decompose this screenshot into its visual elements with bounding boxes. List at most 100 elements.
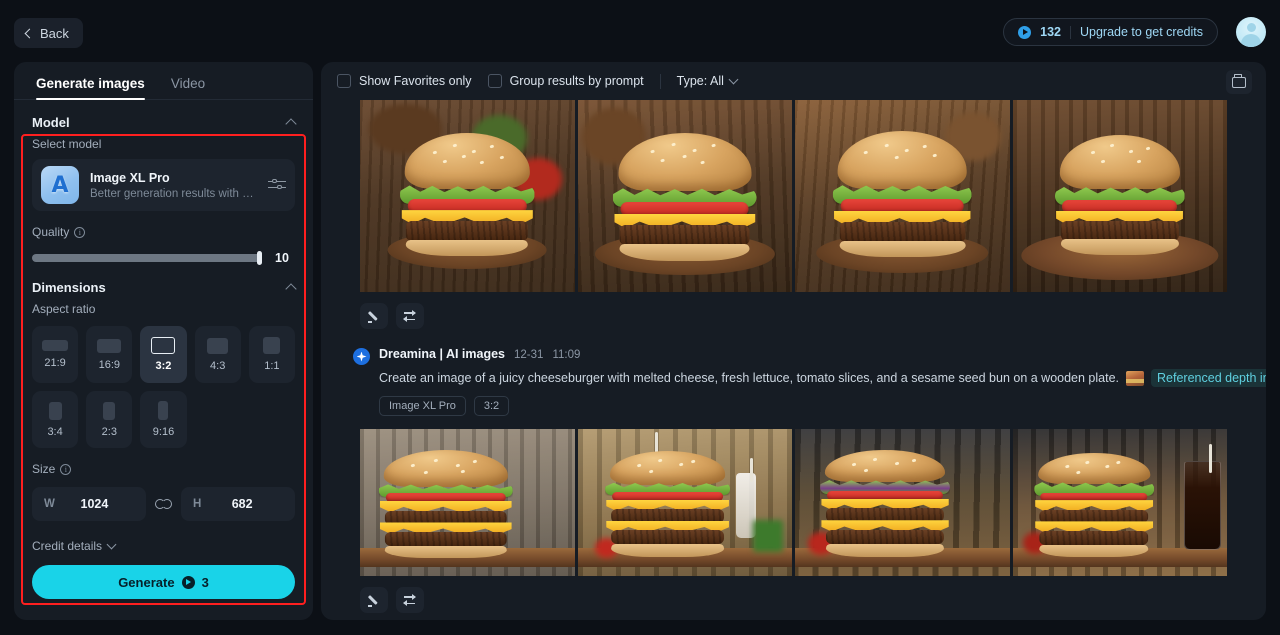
- aspect-ratio-shape: [103, 401, 116, 420]
- size-label-row: Size i: [32, 462, 295, 476]
- aspect-ratio-3-2[interactable]: 3:2: [140, 326, 187, 383]
- type-filter-label: Type: All: [676, 74, 724, 88]
- burger-reference-thumbnail[interactable]: [1126, 370, 1145, 386]
- type-filter-dropdown[interactable]: Type: All: [676, 74, 739, 88]
- user-avatar-icon[interactable]: [1236, 17, 1266, 47]
- generation-settings-panel: Generate images Video Model Select model…: [14, 62, 313, 620]
- generate-cost: 3: [201, 574, 209, 590]
- aspect-ratio-shape: [263, 337, 281, 354]
- size-row: W 1024 H 682: [32, 487, 295, 521]
- folder-icon: [1232, 74, 1246, 88]
- sliders-icon[interactable]: [268, 178, 286, 192]
- aspect-ratio-label: 16:9: [98, 358, 120, 371]
- tab-video[interactable]: Video: [171, 76, 205, 99]
- generate-button[interactable]: Generate 3: [32, 565, 295, 599]
- quality-value: 10: [275, 251, 289, 265]
- chevron-down-icon: [106, 539, 117, 550]
- result-prompt-text: Create an image of a juicy cheeseburger …: [379, 371, 1120, 385]
- dimensions-section-body: Aspect ratio 21:9 16:9 3:2 4:3 1:1 3:4 2:3 9:16…: [14, 302, 313, 599]
- result-date: 12-31: [514, 349, 544, 361]
- result-image[interactable]: [360, 100, 575, 292]
- model-name: Image XL Pro: [90, 170, 170, 185]
- show-favorites-label: Show Favorites only: [359, 74, 472, 88]
- result-image[interactable]: [1012, 429, 1227, 576]
- tab-generate-images[interactable]: Generate images: [36, 76, 145, 100]
- checkbox-box[interactable]: [337, 74, 351, 88]
- result-actions-row-1: [321, 292, 1266, 329]
- results-panel: Show Favorites only Group results by pro…: [321, 62, 1266, 620]
- aspect-ratio-label: 2:3: [101, 425, 117, 438]
- result-image[interactable]: [577, 429, 792, 576]
- panel-tabs: Generate images Video: [14, 62, 313, 100]
- aspect-ratio-shape: [207, 337, 229, 354]
- aspect-ratio-label: 3:2: [155, 360, 172, 372]
- chevron-left-icon: [24, 28, 35, 38]
- result-chip: Image XL Pro: [379, 396, 466, 416]
- link-icon[interactable]: [155, 498, 172, 510]
- back-button[interactable]: Back: [14, 18, 83, 48]
- pencil-edit-icon: [367, 310, 381, 323]
- aspect-ratio-label: Aspect ratio: [32, 302, 96, 316]
- aspect-ratio-label: 3:4: [47, 425, 63, 438]
- results-scroll-area[interactable]: Dreamina | AI images 12-31 11:09 Create …: [321, 100, 1266, 620]
- checkbox-box[interactable]: [487, 74, 502, 88]
- credit-details-toggle[interactable]: Credit details: [32, 539, 295, 553]
- aspect-ratio-9-16[interactable]: 9:16: [140, 391, 187, 448]
- group-by-prompt-checkbox[interactable]: Group results by prompt: [487, 74, 644, 88]
- result-image[interactable]: [360, 429, 575, 576]
- dimensions-section-title: Dimensions: [32, 279, 106, 295]
- model-card[interactable]: A Image XL Pro Better generation results…: [32, 159, 295, 211]
- quality-label-row: Quality i: [32, 225, 295, 239]
- width-value: 1024: [80, 497, 109, 511]
- result-meta-header: Dreamina | AI images 12-31 11:09: [379, 347, 1266, 361]
- aspect-ratio-grid: 21:9 16:9 3:2 4:3 1:1 3:4 2:3 9:16: [32, 326, 295, 448]
- result-image-row-2: [321, 429, 1266, 576]
- regenerate-icon: [403, 310, 417, 322]
- result-image[interactable]: [577, 100, 792, 292]
- result-actions-row-2: [321, 576, 1266, 613]
- aspect-ratio-shape: [42, 340, 69, 351]
- info-icon[interactable]: i: [60, 463, 72, 475]
- aspect-ratio-3-4[interactable]: 3:4: [32, 391, 79, 448]
- results-filter-bar: Show Favorites only Group results by pro…: [321, 62, 1266, 100]
- edit-button[interactable]: [360, 587, 388, 613]
- result-image[interactable]: [1012, 100, 1227, 292]
- chevron-up-icon[interactable]: [285, 282, 297, 295]
- height-input[interactable]: H 682: [181, 487, 295, 521]
- credit-coin-icon: [1018, 25, 1032, 39]
- result-image-row-1: [321, 100, 1266, 292]
- regenerate-button[interactable]: [396, 303, 424, 329]
- result-chips: Image XL Pro 3:2: [379, 396, 1266, 416]
- select-model-label: Select model: [32, 137, 102, 151]
- credits-pill[interactable]: 132 Upgrade to get credits: [1003, 18, 1218, 46]
- reference-depth-link[interactable]: Referenced depth in this image: [1151, 369, 1266, 387]
- aspect-ratio-21-9[interactable]: 21:9: [32, 326, 79, 383]
- width-input[interactable]: W 1024: [32, 487, 146, 521]
- dimensions-section-header[interactable]: Dimensions: [14, 272, 313, 302]
- aspect-ratio-1-1[interactable]: 1:1: [248, 326, 295, 383]
- quality-slider[interactable]: [32, 251, 262, 265]
- width-key: W: [44, 498, 55, 510]
- upgrade-link[interactable]: Upgrade to get credits: [1080, 25, 1203, 39]
- aspect-ratio-4-3[interactable]: 4:3: [194, 326, 241, 383]
- result-image[interactable]: [795, 100, 1010, 292]
- tab-video-label: Video: [170, 76, 206, 91]
- model-section-body: Select model A Image XL Pro Better gener…: [14, 137, 313, 265]
- chevron-up-icon[interactable]: [285, 117, 297, 130]
- result-image[interactable]: [795, 429, 1010, 576]
- info-icon[interactable]: i: [74, 226, 86, 238]
- edit-button[interactable]: [360, 303, 388, 329]
- aspect-ratio-16-9[interactable]: 16:9: [86, 326, 133, 383]
- model-section-header[interactable]: Model: [14, 107, 313, 137]
- archive-button[interactable]: [1226, 70, 1252, 94]
- chevron-down-icon: [728, 74, 739, 85]
- aspect-ratio-shape: [48, 401, 62, 420]
- aspect-ratio-2-3[interactable]: 2:3: [86, 391, 133, 448]
- result-meta-body: Dreamina | AI images 12-31 11:09 Create …: [379, 347, 1266, 416]
- show-favorites-checkbox[interactable]: Show Favorites only: [337, 74, 472, 88]
- height-key: H: [193, 498, 202, 510]
- aspect-ratio-label: 21:9: [44, 357, 66, 369]
- back-button-label: Back: [40, 25, 69, 41]
- regenerate-button[interactable]: [396, 587, 424, 613]
- quality-slider-thumb[interactable]: [257, 251, 262, 265]
